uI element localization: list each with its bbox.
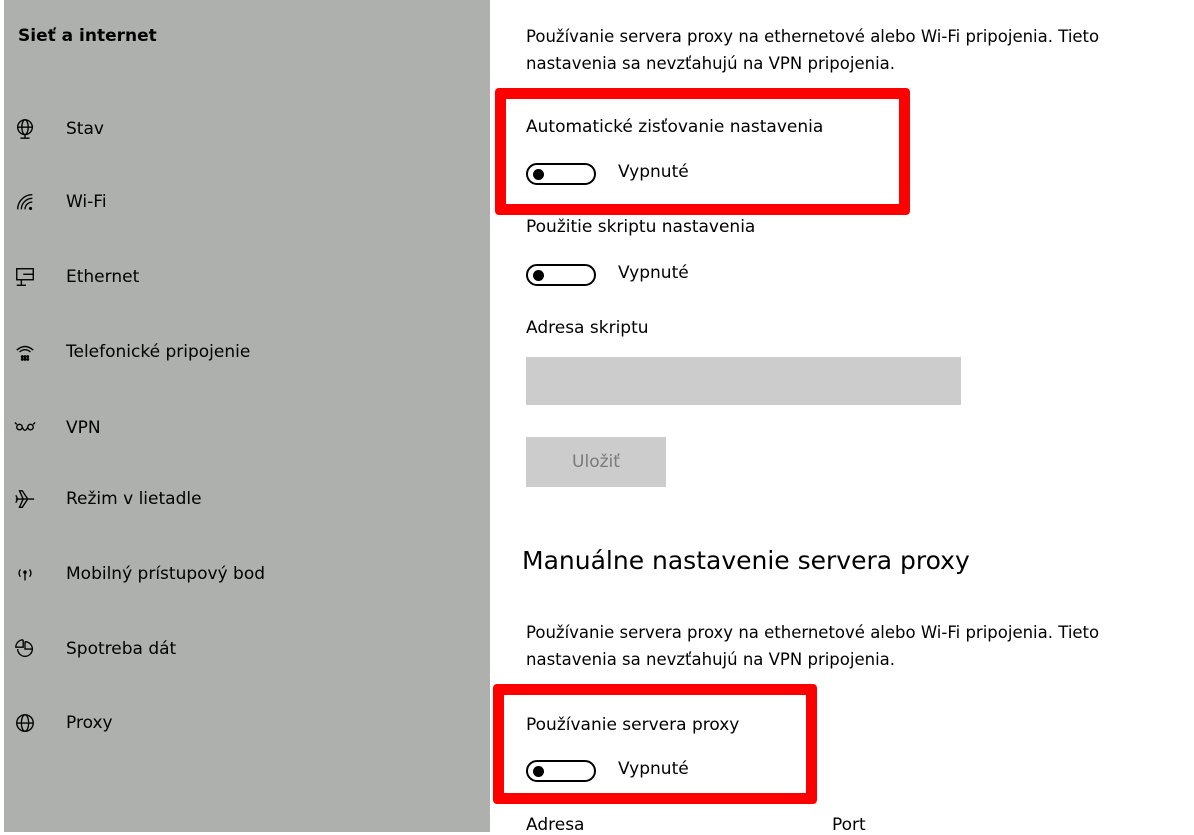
sidebar-item-stav[interactable]: Stav <box>0 107 490 151</box>
globe-status-icon <box>12 116 38 142</box>
sidebar-item-wifi[interactable]: Wi-Fi <box>0 180 490 224</box>
sidebar-item-label: Mobilný prístupový bod <box>66 564 266 584</box>
dialup-icon <box>12 339 38 365</box>
sidebar-item-label: Telefonické pripojenie <box>66 342 251 362</box>
script-address-input[interactable] <box>526 357 961 405</box>
airplane-icon <box>12 486 38 512</box>
sidebar-item-label: VPN <box>66 418 101 438</box>
setup-script-state: Vypnuté <box>618 263 689 283</box>
toggle-knob <box>533 270 544 281</box>
sidebar-item-proxy[interactable]: Proxy <box>0 701 490 745</box>
sidebar: Sieť a internet Stav Wi-Fi Ethernet Tele… <box>0 0 490 832</box>
sidebar-item-spotreba-dat[interactable]: Spotreba dát <box>0 627 490 671</box>
sidebar-title: Sieť a internet <box>18 26 157 46</box>
script-address-label: Adresa skriptu <box>526 318 649 338</box>
ethernet-icon <box>12 264 38 290</box>
sidebar-item-label: Proxy <box>66 713 113 733</box>
manual-description: Používanie servera proxy na ethernetové … <box>526 619 1099 673</box>
wifi-icon <box>12 189 38 215</box>
sidebar-item-label: Stav <box>66 119 104 139</box>
description-line: Používanie servera proxy na ethernetové … <box>526 623 1100 642</box>
data-usage-icon <box>12 636 38 662</box>
setup-script-row: Vypnuté <box>526 261 766 289</box>
description-line: nastavenia sa nevzťahujú na VPN pripojen… <box>526 650 896 669</box>
highlight-box <box>495 88 910 215</box>
sidebar-item-label: Wi-Fi <box>66 192 107 212</box>
sidebar-item-rezim-v-lietadle[interactable]: Režim v lietadle <box>0 477 490 521</box>
sidebar-item-label: Spotreba dát <box>66 639 177 659</box>
main-content: Používanie servera proxy na ethernetové … <box>490 0 1194 835</box>
proxy-address-label: Adresa <box>526 815 585 835</box>
sidebar-item-label: Ethernet <box>66 267 140 287</box>
setup-script-label: Použitie skriptu nastavenia <box>526 217 756 237</box>
globe-icon <box>12 710 38 736</box>
sidebar-item-vpn[interactable]: VPN <box>0 406 490 450</box>
hotspot-icon <box>12 561 38 587</box>
sidebar-item-telefonicke-pripojenie[interactable]: Telefonické pripojenie <box>0 330 490 374</box>
setup-script-toggle[interactable] <box>526 264 596 286</box>
description-line: nastavenia sa nevzťahujú na VPN pripojen… <box>526 54 896 73</box>
sidebar-item-ethernet[interactable]: Ethernet <box>0 255 490 299</box>
sidebar-item-mobilny-pristupovy-bod[interactable]: Mobilný prístupový bod <box>0 552 490 596</box>
save-button[interactable]: Uložiť <box>526 437 666 487</box>
manual-proxy-heading: Manuálne nastavenie servera proxy <box>522 546 970 575</box>
sidebar-item-label: Režim v lietadle <box>66 489 202 509</box>
vpn-icon <box>12 415 38 441</box>
proxy-port-label: Port <box>832 815 866 835</box>
automatic-description: Používanie servera proxy na ethernetové … <box>526 23 1099 77</box>
highlight-box <box>493 684 817 804</box>
description-line: Používanie servera proxy na ethernetové … <box>526 27 1100 46</box>
